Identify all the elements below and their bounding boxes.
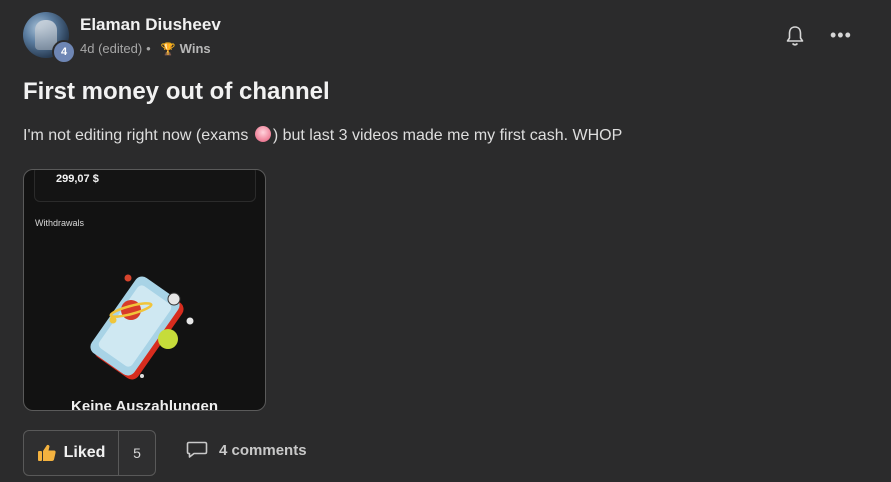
post-body-text-start: I'm not editing right now (exams bbox=[23, 127, 253, 144]
post-time: 4d (edited) bbox=[80, 41, 143, 56]
post-body-text-end: ) but last 3 videos made me my first cas… bbox=[272, 127, 623, 144]
post-body: I'm not editing right now (exams ) but l… bbox=[23, 126, 622, 145]
trophy-icon: 🏆 bbox=[160, 41, 176, 56]
post-meta: 4d (edited) • 🏆 Wins bbox=[80, 41, 211, 56]
more-icon[interactable]: ••• bbox=[830, 25, 852, 45]
meta-separator: • bbox=[146, 41, 151, 56]
withdrawals-heading: Withdrawals bbox=[35, 218, 85, 228]
post-title: First money out of channel bbox=[23, 78, 330, 105]
like-button[interactable]: Liked 5 bbox=[23, 430, 156, 476]
empty-withdrawals-text: Keine Auszahlungen bbox=[71, 398, 218, 411]
balance-amount: 299,07 $ bbox=[56, 173, 99, 185]
bell-icon[interactable] bbox=[785, 25, 805, 47]
level-badge: 4 bbox=[52, 40, 76, 64]
attachment-thumbnail[interactable]: 299,07 $ Withdrawals Keine Auszahlungen bbox=[23, 169, 266, 411]
like-toggle[interactable]: Liked bbox=[24, 431, 119, 475]
thumbs-up-icon bbox=[37, 444, 56, 461]
balance-card: 299,07 $ bbox=[34, 170, 256, 202]
anxious-face-emoji bbox=[254, 126, 271, 142]
phone-planet-illustration bbox=[90, 274, 194, 380]
comment-icon bbox=[186, 441, 208, 458]
like-count[interactable]: 5 bbox=[119, 431, 155, 475]
author-name[interactable]: Elaman Diusheev bbox=[80, 15, 221, 35]
comments-count: 4 comments bbox=[219, 441, 307, 459]
category-label[interactable]: Wins bbox=[180, 41, 211, 56]
like-label: Liked bbox=[63, 444, 106, 461]
comments-link[interactable]: 4 comments bbox=[186, 441, 307, 459]
avatar[interactable]: 4 bbox=[23, 12, 76, 64]
